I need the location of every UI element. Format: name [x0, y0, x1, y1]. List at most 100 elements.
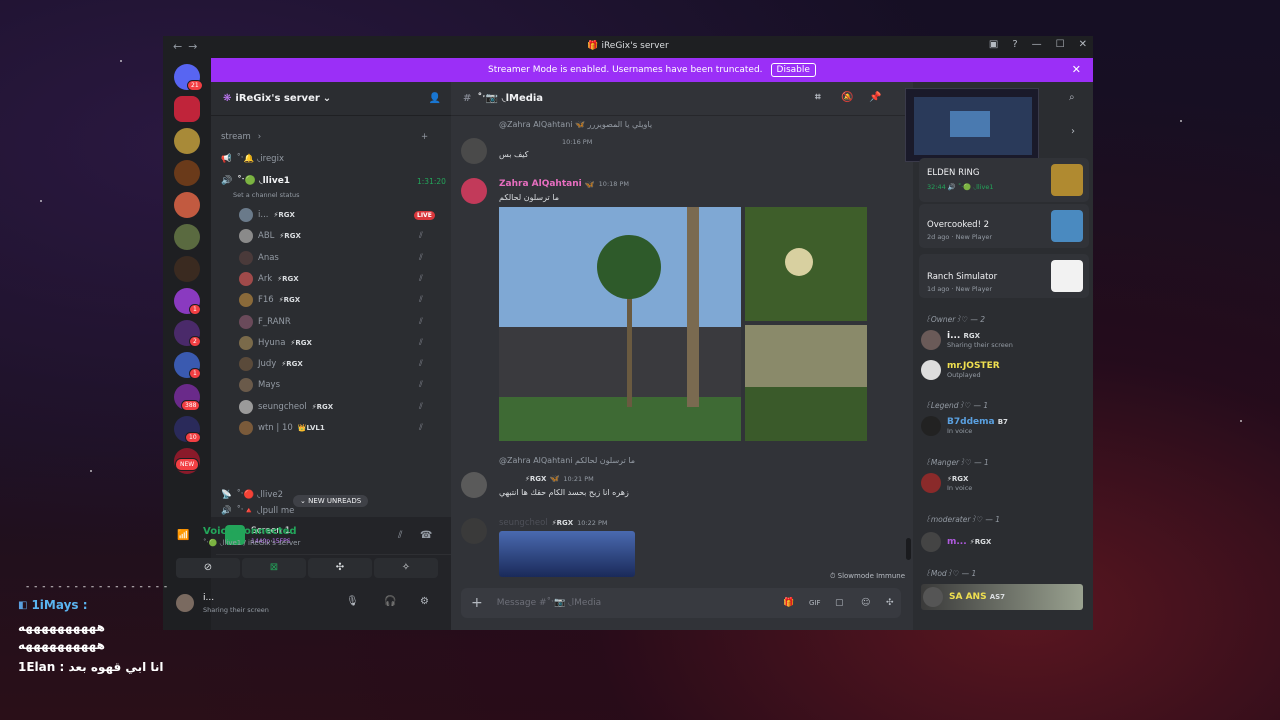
pin-icon[interactable]: 📌 — [869, 92, 881, 103]
voice-user[interactable]: seungcheol ⚡RGX ⫽ — [239, 399, 423, 414]
activity-card[interactable]: Ranch Simulator 1d ago · New Player — [919, 254, 1089, 298]
apps-icon[interactable]: ✣ — [886, 598, 894, 608]
channel-status[interactable]: Set a channel status — [233, 191, 300, 199]
voice-user[interactable]: F16 ⚡RGX ⫽ — [239, 293, 423, 308]
message-header: seungcheol ⚡RGX 10:22 PM — [499, 518, 607, 528]
voice-user-name: F16 — [258, 295, 274, 306]
settings-gear-icon[interactable]: ⚙ — [420, 596, 429, 607]
voice-connected-label[interactable]: Voice Connected — [203, 526, 297, 537]
headphones-icon[interactable]: 🎧 — [384, 596, 396, 607]
voice-user[interactable]: ABL ⚡RGX ⫽ — [239, 229, 423, 244]
member-item[interactable]: ⚡RGX In voice — [921, 473, 972, 493]
server-name: iReGix's server — [235, 93, 320, 104]
user-name[interactable]: i... — [203, 593, 214, 603]
voice-user-name: F_RANR — [258, 316, 291, 327]
voice-user[interactable]: Judy ⚡RGX ⫽ — [239, 357, 423, 372]
close-banner-icon[interactable]: ✕ — [1072, 63, 1081, 76]
scrollbar[interactable] — [906, 538, 911, 560]
attachment-image[interactable] — [499, 531, 635, 577]
muted-icon: ⫽ — [419, 295, 423, 306]
server-icon-3[interactable] — [174, 160, 200, 186]
voice-user[interactable]: Hyuna ⚡RGX ⫽ — [239, 335, 423, 350]
member-item[interactable]: m... ⚡RGX — [921, 532, 991, 552]
soundboard-button[interactable]: ✧ — [374, 558, 438, 578]
add-attachment-icon[interactable]: + — [471, 595, 483, 611]
chevron-right-icon[interactable]: › — [1071, 126, 1075, 137]
voice-user[interactable]: Anas ⫽ — [239, 250, 423, 265]
voice-user[interactable]: Ark ⚡RGX ⫽ — [239, 271, 423, 286]
minimize-button[interactable]: — — [1032, 39, 1042, 50]
disable-button[interactable]: Disable — [770, 63, 816, 77]
gif-icon[interactable]: GIF — [809, 599, 821, 607]
author-name[interactable]: Zahra AlQahtani — [499, 179, 582, 189]
threads-icon[interactable]: ⌗ — [815, 92, 821, 103]
noise-suppression-icon[interactable]: ⫽ — [398, 530, 402, 541]
message-input[interactable]: + Message #˚ˑ📷 ◟lMedia 🎁 GIF ▢ ☺ ✣ — [461, 588, 901, 618]
stop-share-button[interactable]: ⊠ — [242, 558, 306, 578]
avatar[interactable] — [461, 518, 487, 544]
stream-preview[interactable] — [905, 88, 1039, 162]
camera-off-button[interactable]: ⊘ — [176, 558, 240, 578]
member-item[interactable]: i... RGX Sharing their screen — [921, 330, 1013, 350]
new-unreads-pill[interactable]: ⌄ NEW UNREADS — [293, 495, 369, 507]
voice-user[interactable]: Mays ⫽ — [239, 378, 423, 393]
server-header[interactable]: ❋ iReGix's server ⌄ 👤 — [211, 82, 451, 116]
category-stream[interactable]: stream › + — [221, 132, 428, 142]
title-bar: ←→ 🎁 iReGix's server ▣ ? — ☐ ✕ — [163, 36, 1093, 58]
author-name[interactable]: seungcheol — [499, 518, 548, 528]
avatar[interactable] — [461, 138, 487, 164]
avatar — [921, 473, 941, 493]
overlay-chat-line: ههههههههههه — [18, 638, 105, 652]
server-icon-1[interactable] — [174, 96, 200, 122]
search-icon[interactable]: ⌕ — [1069, 92, 1075, 103]
role-group-manger: ꒰Manger꒱♡ — 1 — [925, 458, 989, 467]
avatar — [239, 335, 253, 350]
channel-iregix[interactable]: 📢 ˚ˑ🔔 ◟iregix — [221, 154, 284, 164]
help-icon[interactable]: ? — [1012, 39, 1017, 50]
voice-connected-sub[interactable]: ˚ˑ🟢 ◟llive1 / iReGix's server — [203, 539, 300, 547]
activity-sub: 1d ago · New Player — [927, 285, 993, 293]
server-icon-2[interactable] — [174, 128, 200, 154]
channel-lpull-me[interactable]: 🔊 ˚ˑ🔺 ◟lpull me — [221, 506, 294, 516]
avatar[interactable] — [461, 178, 487, 204]
notification-icon[interactable]: 🔕 — [841, 92, 853, 103]
voice-user-name: seungcheol — [258, 401, 307, 412]
avatar — [239, 314, 253, 329]
maximize-button[interactable]: ☐ — [1056, 39, 1065, 50]
activities-button[interactable]: ✣ — [308, 558, 372, 578]
inbox-icon[interactable]: ▣ — [989, 39, 998, 50]
star — [1180, 120, 1182, 122]
server-icon-5[interactable] — [174, 224, 200, 250]
chevron-down-icon: ⌄ — [322, 93, 332, 104]
emoji-icon[interactable]: ☺ — [861, 598, 870, 608]
activity-card[interactable]: ELDEN RING 32:44 🔊 ˚ˑ🟢 ◟llive1 — [919, 158, 1089, 202]
reply-reference[interactable]: @Zahra AlQahtani 🦋 ياويلي يا المصويررر — [499, 120, 652, 129]
server-icon-6[interactable] — [174, 256, 200, 282]
live-badge: LIVE — [414, 210, 435, 220]
voice-user[interactable]: i... ⚡RGX LIVE — [239, 208, 435, 222]
member-item[interactable]: B7ddema B7 In voice — [921, 416, 1008, 436]
server-icon-4[interactable] — [174, 192, 200, 218]
user-avatar[interactable] — [176, 594, 194, 612]
avatar[interactable] — [461, 472, 487, 498]
user-status: Sharing their screen — [203, 606, 269, 614]
channel-llive1[interactable]: 🔊 ˚ˑ🟢 ◟llive1 1:31:20 — [221, 176, 446, 186]
add-user-icon[interactable]: 👤 — [429, 93, 441, 104]
image-gallery[interactable] — [499, 207, 867, 441]
voice-user[interactable]: wtn | 10 👑LVL1 ⫽ — [239, 421, 423, 435]
gift-icon[interactable]: 🎁 — [783, 598, 794, 608]
voice-user[interactable]: F_RANR ⫽ — [239, 314, 423, 329]
chat-header: # ˚ˑ📷 ◟lMedia ⌗ 🔕 📌 — [451, 82, 913, 116]
sticker-icon[interactable]: ▢ — [835, 598, 844, 608]
disconnect-icon[interactable]: ☎ — [420, 530, 432, 541]
signal-icon[interactable]: 📶 — [177, 530, 189, 541]
member-item[interactable]: mr.JOSTER Outplayed — [921, 360, 1000, 380]
activity-card[interactable]: Overcooked! 2 2d ago · New Player — [919, 204, 1089, 248]
input-placeholder[interactable]: Message #˚ˑ📷 ◟lMedia — [497, 598, 601, 608]
member-item[interactable]: SA ANS AS7 — [921, 584, 1083, 610]
reply-reference[interactable]: @Zahra AlQahtani ما ترسلون لحالكم — [499, 456, 635, 465]
channel-llive2[interactable]: 📡 ˚ˑ🔴 ◟llive2 — [221, 490, 283, 500]
close-button[interactable]: ✕ — [1079, 39, 1087, 50]
mic-icon[interactable]: 🎙 — [346, 596, 359, 607]
add-channel-icon[interactable]: + — [421, 132, 428, 142]
